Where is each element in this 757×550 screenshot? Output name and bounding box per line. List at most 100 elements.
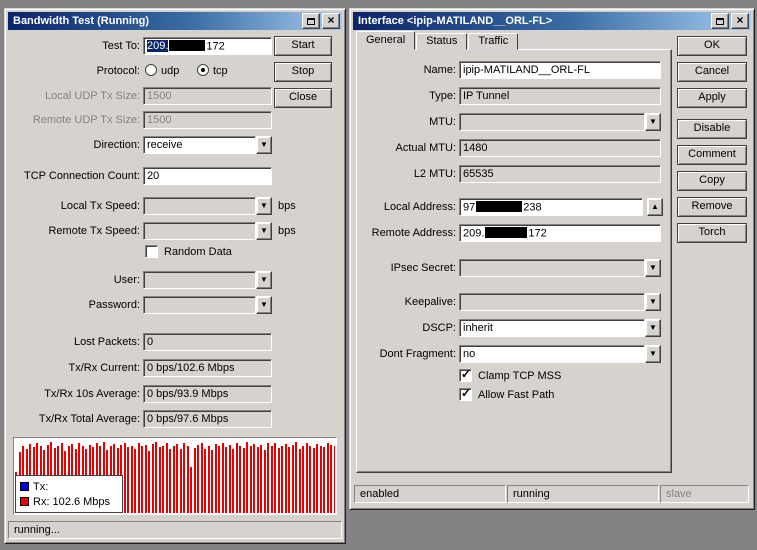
local-address-redacted-box: [476, 201, 523, 212]
allow-fast-path-label: Allow Fast Path: [478, 389, 555, 401]
mtu-input[interactable]: [459, 113, 645, 131]
chevron-down-icon: ▼: [260, 140, 268, 149]
user-dropdown-button[interactable]: ▼: [256, 271, 272, 289]
dscp-select[interactable]: inherit: [459, 319, 645, 337]
dont-fragment-select[interactable]: no: [459, 345, 645, 363]
lost-packets-field: 0: [143, 333, 272, 351]
tcp-connection-count-input[interactable]: 20: [143, 167, 272, 185]
dscp-dropdown-button[interactable]: ▼: [645, 319, 661, 337]
mtu-label: MTU:: [429, 116, 456, 128]
chevron-down-icon: ▼: [260, 226, 268, 235]
clamp-tcp-mss-label: Clamp TCP MSS: [478, 370, 562, 382]
dscp-label: DSCP:: [422, 322, 456, 334]
apply-button[interactable]: Apply: [677, 88, 747, 108]
ipsec-secret-dropdown-button[interactable]: ▼: [645, 259, 661, 277]
local-address-prefix: 97: [463, 201, 476, 214]
mtu-dropdown-button[interactable]: ▼: [645, 113, 661, 131]
test-to-value-suffix: 172: [206, 40, 225, 53]
iface-titlebar[interactable]: Interface <ipip-MATILAND__ORL-FL> ×: [353, 12, 751, 30]
iface-status-running: running: [507, 485, 659, 503]
direction-dropdown-button[interactable]: ▼: [256, 136, 272, 154]
random-data-checkbox[interactable]: [145, 245, 158, 258]
remove-button[interactable]: Remove: [677, 197, 747, 217]
rx-legend-label: Rx: 102.6 Mbps: [33, 495, 111, 508]
comment-button[interactable]: Comment: [677, 145, 747, 165]
bw-status-text: running...: [14, 524, 60, 536]
remote-tx-speed-dropdown-button[interactable]: ▼: [256, 222, 272, 240]
user-label: User:: [113, 274, 140, 286]
txrx-total-average-field: 0 bps/97.6 Mbps: [143, 410, 272, 428]
type-label: Type:: [429, 90, 456, 102]
local-address-input[interactable]: 97 238: [459, 198, 643, 216]
tab-traffic[interactable]: Traffic: [468, 33, 519, 50]
direction-value: receive: [147, 139, 183, 151]
chevron-down-icon: ▼: [260, 275, 268, 284]
stop-button[interactable]: Stop: [274, 62, 332, 82]
protocol-udp-label: udp: [161, 65, 180, 77]
protocol-tcp-label: tcp: [213, 65, 228, 77]
ok-button[interactable]: OK: [677, 36, 747, 56]
bw-minimize-button[interactable]: [302, 13, 320, 29]
chevron-down-icon: ▼: [649, 323, 657, 332]
test-to-input[interactable]: 209. 172: [143, 37, 272, 55]
direction-select[interactable]: receive: [143, 136, 256, 154]
protocol-udp-radio[interactable]: [145, 64, 157, 76]
close-button[interactable]: Close: [274, 88, 332, 108]
iface-status-slave: slave: [660, 485, 749, 503]
txrx-total-average-value: 0 bps/97.6 Mbps: [147, 413, 229, 425]
txrx-current-label: Tx/Rx Current:: [68, 362, 140, 374]
chevron-down-icon: ▼: [649, 263, 657, 272]
test-to-label: Test To:: [102, 40, 140, 52]
disable-button[interactable]: Disable: [677, 119, 747, 139]
remote-udp-tx-size-label: Remote UDP Tx Size:: [32, 114, 140, 126]
keepalive-dropdown-button[interactable]: ▼: [645, 293, 661, 311]
clamp-tcp-mss-checkbox[interactable]: [459, 367, 472, 382]
protocol-label: Protocol:: [96, 65, 140, 77]
tab-general[interactable]: General: [356, 31, 416, 50]
iface-window-title: Interface <ipip-MATILAND__ORL-FL>: [358, 15, 553, 27]
type-value: IP Tunnel: [463, 90, 510, 102]
user-input[interactable]: [143, 271, 256, 289]
chevron-down-icon: ▼: [649, 297, 657, 306]
bandwidth-test-window: Bandwidth Test (Running) × Test To: 209.…: [4, 8, 346, 544]
remote-tx-speed-unit: bps: [278, 225, 296, 237]
password-input[interactable]: [143, 296, 256, 314]
local-udp-tx-size-label: Local UDP Tx Size:: [45, 90, 140, 102]
test-to-value-prefix: 209.: [147, 40, 169, 53]
keepalive-input[interactable]: [459, 293, 645, 311]
password-dropdown-button[interactable]: ▼: [256, 296, 272, 314]
name-label: Name:: [423, 64, 456, 76]
local-tx-speed-label: Local Tx Speed:: [60, 200, 140, 212]
copy-button[interactable]: Copy: [677, 171, 747, 191]
bw-titlebar[interactable]: Bandwidth Test (Running) ×: [8, 12, 342, 30]
tx-legend-swatch: [20, 482, 29, 491]
close-icon: ×: [736, 13, 744, 27]
cancel-button[interactable]: Cancel: [677, 62, 747, 82]
remote-address-input[interactable]: 209. 172: [459, 224, 661, 242]
dont-fragment-label: Dont Fragment:: [379, 348, 456, 360]
local-tx-speed-dropdown-button[interactable]: ▼: [256, 197, 272, 215]
chevron-down-icon: ▼: [649, 117, 657, 126]
remote-address-label: Remote Address:: [371, 227, 456, 239]
dont-fragment-dropdown-button[interactable]: ▼: [645, 345, 661, 363]
bw-close-button[interactable]: ×: [322, 13, 340, 29]
tcp-connection-count-value: 20: [147, 170, 160, 182]
iface-close-button[interactable]: ×: [731, 13, 749, 29]
remote-address-suffix: 172: [528, 227, 547, 240]
iface-minimize-button[interactable]: [711, 13, 729, 29]
tab-status[interactable]: Status: [416, 33, 468, 50]
iface-tab-strip: General Status Traffic: [356, 31, 519, 50]
allow-fast-path-checkbox[interactable]: [459, 386, 472, 401]
legend-rx-row: Rx: 102.6 Mbps: [20, 494, 118, 509]
dscp-value: inherit: [463, 322, 493, 334]
name-input[interactable]: ipip-MATILAND__ORL-FL: [459, 61, 661, 79]
torch-button[interactable]: Torch: [677, 223, 747, 243]
test-to-redacted-box: [169, 40, 206, 51]
local-address-up-button[interactable]: ▲: [647, 198, 663, 216]
protocol-tcp-radio[interactable]: [197, 64, 209, 76]
txrx-total-average-label: Tx/Rx Total Average:: [38, 413, 140, 425]
minimize-icon: [307, 17, 315, 25]
ipsec-secret-input[interactable]: [459, 259, 645, 277]
start-button[interactable]: Start: [274, 36, 332, 56]
iface-status-slave-text: slave: [666, 488, 692, 500]
